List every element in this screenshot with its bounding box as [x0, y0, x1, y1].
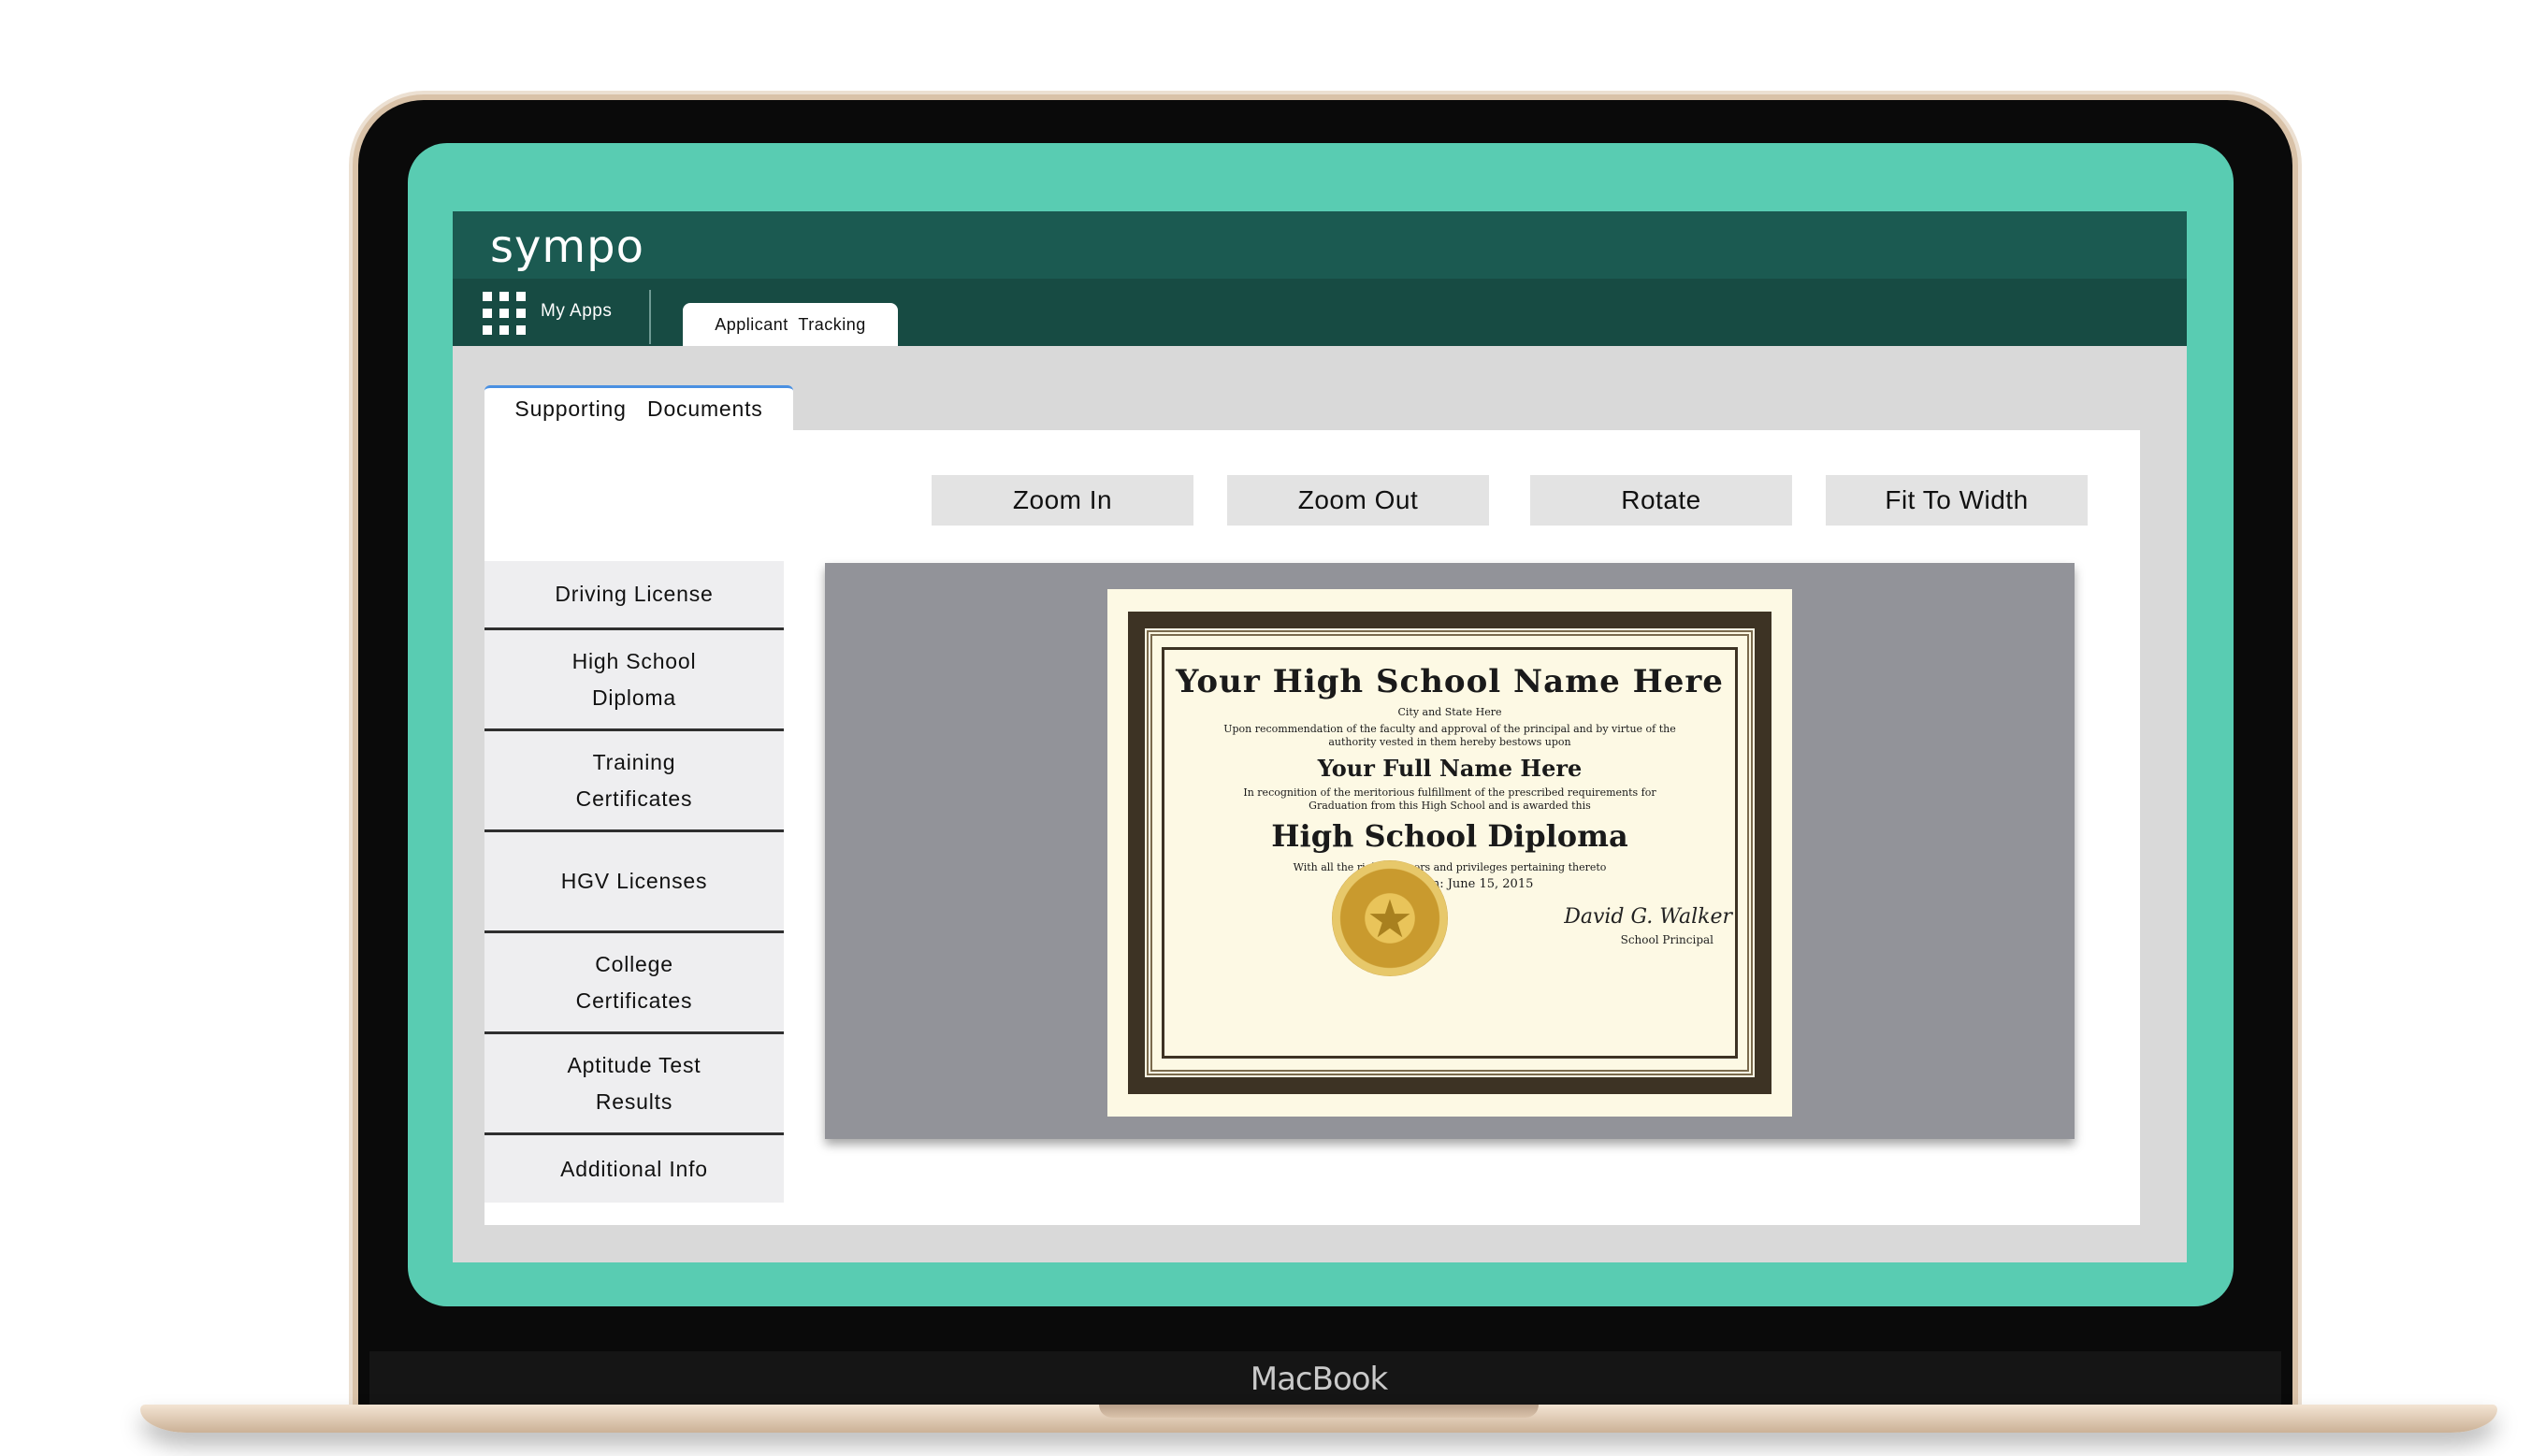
sympo-logo[interactable]: sympo — [490, 221, 644, 273]
diploma-recognition: In recognition of the meritorious fulfil… — [1243, 786, 1656, 812]
content-panel: Zoom In Zoom Out Rotate Fit To Width Dri… — [484, 430, 2140, 1225]
diploma-school-name: Your High School Name Here — [1176, 663, 1724, 700]
diploma-signer-title: School Principal — [1620, 933, 1714, 946]
rotate-button[interactable]: Rotate — [1530, 475, 1792, 526]
app-window: sympo My Apps Applicant Tracking Support… — [453, 211, 2187, 1262]
laptop-notch — [1099, 1405, 1539, 1418]
diploma-image: Your High School Name Here City and Stat… — [1107, 589, 1792, 1117]
document-viewer[interactable]: Your High School Name Here City and Stat… — [825, 563, 2075, 1139]
doc-item-aptitude-test-results[interactable]: Aptitude Test Results — [484, 1034, 784, 1135]
diploma-rights: With all the rights, honors and privileg… — [1293, 861, 1607, 873]
zoom-in-button[interactable]: Zoom In — [932, 475, 1193, 526]
tab-supporting-documents[interactable]: Supporting Documents — [484, 385, 793, 430]
apps-grid-icon[interactable] — [483, 292, 526, 335]
diploma-awarded-date: Awarded on: June 15, 2015 — [1366, 877, 1534, 891]
doc-item-college-certificates[interactable]: College Certificates — [484, 933, 784, 1034]
my-apps-link[interactable]: My Apps — [541, 301, 612, 322]
diploma-student-name: Your Full Name Here — [1317, 755, 1583, 782]
doc-item-additional-info[interactable]: Additional Info — [484, 1135, 784, 1203]
doc-item-training-certificates[interactable]: Training Certificates — [484, 731, 784, 832]
diploma-body: Your High School Name Here City and Stat… — [1162, 647, 1738, 1059]
nav-bar: My Apps Applicant Tracking — [453, 279, 2187, 346]
diploma-signature: David G. Walker — [1564, 905, 1732, 929]
diploma-preamble: Upon recommendation of the faculty and a… — [1223, 723, 1676, 748]
document-list: Driving License High School Diploma Trai… — [484, 561, 784, 1203]
doc-item-hgv-licenses[interactable]: HGV Licenses — [484, 832, 784, 933]
doc-item-high-school-diploma[interactable]: High School Diploma — [484, 630, 784, 731]
device-brand-label: MacBook — [1250, 1361, 1388, 1398]
doc-item-driving-license[interactable]: Driving License — [484, 561, 784, 630]
nav-divider — [649, 290, 651, 344]
zoom-out-button[interactable]: Zoom Out — [1227, 475, 1489, 526]
top-bar: sympo — [453, 211, 2187, 279]
gold-seal-icon: ★ — [1332, 860, 1448, 976]
fit-to-width-button[interactable]: Fit To Width — [1826, 475, 2088, 526]
tab-applicant-tracking[interactable]: Applicant Tracking — [683, 303, 898, 346]
diploma-title: High School Diploma — [1271, 818, 1628, 854]
diploma-location: City and State Here — [1397, 706, 1502, 718]
